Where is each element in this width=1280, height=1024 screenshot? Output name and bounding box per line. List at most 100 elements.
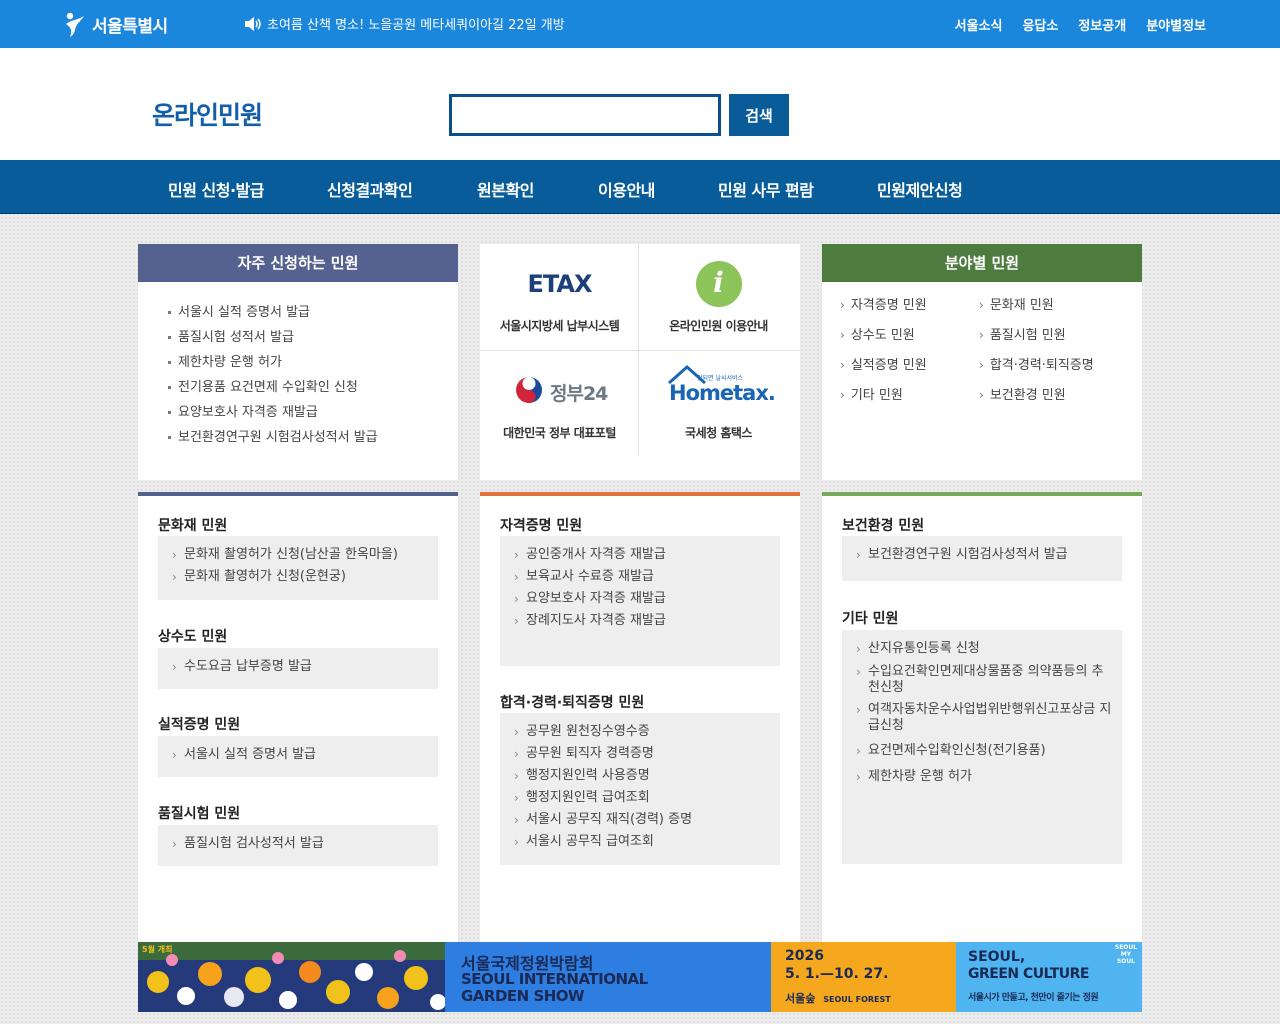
water-title: 상수도 민원 [158,629,228,645]
top-bar: 서울특별시 초여름 산책 명소! 노을공원 메타세쿼이아길 22일 개방 서울소… [0,0,1280,48]
quick-link-label: 온라인민원 이용안내 [669,319,768,333]
quick-links-panel: ETAX 서울시지방세 납부시스템 i 온라인민원 이용안내 정부24 대한민국… [480,244,800,480]
license-item[interactable]: 장례지도사 자격증 재발급 [514,610,780,632]
performance-list: 서울시 실적 증명서 발급 [158,736,438,777]
frequent-item[interactable]: 제한차량 운행 허가 [166,350,458,375]
taegeuk-icon [516,377,542,403]
etc-item[interactable]: 여객자동차운수사업법위반행위신고포상금 지급신청 [856,702,1112,734]
water-item[interactable]: 수도요금 납부증명 발급 [172,656,438,678]
health-list: 보건환경연구원 시험검사성적서 발급 [842,536,1122,581]
column-accent-bar [480,492,800,496]
quality-item[interactable]: 품질시험 검사성적서 발급 [172,833,438,855]
top-link-info-disclosure[interactable]: 정보공개 [1078,15,1126,34]
site-title[interactable]: 온라인민원 [152,96,263,132]
seoul-my-soul-badge: SEOUL MY SOUL [1114,944,1138,965]
career-item[interactable]: 서울시 공무직 재직(경력) 증명 [514,809,780,831]
banner-date-block: 2026 5. 1.—10. 27. 서울숲 SEOUL FOREST [771,942,956,1012]
category-column-3: 보건환경 민원 보건환경연구원 시험검사성적서 발급 기타 민원 산지유통인등록… [822,492,1142,942]
nav-result-check[interactable]: 신청결과확인 [327,177,413,201]
culture-list: 문화재 촬영허가 신청(남산골 한옥마을) 문화재 촬영허가 신청(운현궁) [158,536,438,600]
career-item[interactable]: 행정지원인력 급여조회 [514,787,780,809]
license-item[interactable]: 공인중개사 자격증 재발급 [514,544,780,566]
nav-proposal[interactable]: 민원제안신청 [877,177,963,201]
garden-show-banner[interactable]: 5월 개최 서울국제정원박람회 SEOUL INTERNATIONAL GARD… [138,942,1142,1012]
quick-link-label: 서울시지방세 납부시스템 [499,319,620,333]
field-panel: 분야별 민원 자격증명 민원 문화재 민원 상수도 민원 품질시험 민원 실적증… [822,244,1142,480]
health-item[interactable]: 보건환경연구원 시험검사성적서 발급 [856,544,1122,566]
frequent-item[interactable]: 보건환경연구원 시험검사성적서 발급 [166,425,458,450]
license-list: 공인중개사 자격증 재발급 보육교사 수료증 재발급 요양보호사 자격증 재발급… [500,536,780,666]
quick-link-gov24[interactable]: 정부24 대한민국 정부 대표포털 [480,351,639,457]
frequent-item[interactable]: 품질시험 성적서 발급 [166,325,458,350]
water-list: 수도요금 납부증명 발급 [158,648,438,689]
field-item-culture[interactable]: 문화재 민원 [979,294,1054,313]
career-title: 합격·경력·퇴직증명 민원 [500,695,645,711]
field-item-license[interactable]: 자격증명 민원 [840,294,927,313]
search-button[interactable]: 검색 [729,94,789,136]
search-input[interactable] [449,94,721,136]
field-item-water[interactable]: 상수도 민원 [840,324,915,343]
banner-venue: 서울숲 SEOUL FOREST [785,990,891,1006]
quality-list: 품질시험 검사성적서 발급 [158,825,438,866]
etc-item[interactable]: 제한차량 운행 허가 [856,766,1112,788]
culture-item[interactable]: 문화재 촬영허가 신청(남산골 한옥마을) [172,544,438,566]
logo-text: 서울특별시 [92,16,168,37]
banner-slogan-block: SEOUL, GREEN CULTURE 서울시가 만들고, 천만이 즐기는 정… [956,942,1142,1012]
license-item[interactable]: 요양보호사 자격증 재발급 [514,588,780,610]
frequent-panel: 자주 신청하는 민원 서울시 실적 증명서 발급 품질시험 성적서 발급 제한차… [138,244,458,480]
nav-original-check[interactable]: 원본확인 [477,177,534,201]
seoul-logo[interactable]: 서울특별시 [62,9,168,39]
quick-link-etax[interactable]: ETAX 서울시지방세 납부시스템 [480,244,639,350]
license-item[interactable]: 보육교사 수료증 재발급 [514,566,780,588]
etax-logo: ETAX [527,270,593,298]
top-link-field-info[interactable]: 분야별정보 [1146,15,1206,34]
career-item[interactable]: 서울시 공무직 급여조회 [514,831,780,853]
nav-guide[interactable]: 이용안내 [598,177,655,201]
quick-link-label: 대한민국 정부 대표포털 [503,426,616,440]
etc-item[interactable]: 산지유통인등록 신청 [856,638,1112,660]
main-nav: 민원 신청·발급 신청결과확인 원본확인 이용안내 민원 사무 편람 민원제안신… [0,160,1280,214]
frequent-list: 서울시 실적 증명서 발급 품질시험 성적서 발급 제한차량 운행 허가 전기용… [138,282,458,450]
nav-manual[interactable]: 민원 사무 편람 [718,177,814,201]
field-item-quality[interactable]: 품질시험 민원 [979,324,1066,343]
banner-slogan-1: SEOUL, [968,949,1026,965]
quick-link-guide[interactable]: i 온라인민원 이용안내 [639,244,798,350]
column-accent-bar [822,492,1142,496]
top-links: 서울소식 응답소 정보공개 분야별정보 [955,15,1206,34]
column-accent-bar [138,492,458,496]
top-link-eungdapso[interactable]: 응답소 [1022,15,1058,34]
top-link-news[interactable]: 서울소식 [955,15,1003,34]
banner-dates: 5. 1.—10. 27. [785,966,889,982]
nav-apply-issue[interactable]: 민원 신청·발급 [168,177,264,201]
career-item[interactable]: 행정지원인력 사용증명 [514,765,780,787]
career-item[interactable]: 공무원 퇴직자 경력증명 [514,743,780,765]
quick-link-label: 국세청 홈택스 [685,426,752,440]
field-item-career[interactable]: 합격·경력·퇴직증명 [979,354,1094,373]
etc-item[interactable]: 요건면제수입확인신청(전기용품) [856,740,1112,762]
culture-item[interactable]: 문화재 촬영허가 신청(운현궁) [172,566,438,588]
speaker-icon [245,16,261,31]
banner-venue-ko: 서울숲 [785,992,816,1005]
flower-illustration [138,942,445,1012]
quality-title: 품질시험 민원 [158,806,241,822]
banner-slogan-sub: 서울시가 만들고, 천만이 즐기는 정원 [968,993,1099,1003]
field-item-health[interactable]: 보건환경 민원 [979,384,1066,403]
notice-ticker[interactable]: 초여름 산책 명소! 노을공원 메타세쿼이아길 22일 개방 [243,14,565,33]
frequent-item[interactable]: 전기용품 요건면제 수입확인 신청 [166,375,458,400]
performance-item[interactable]: 서울시 실적 증명서 발급 [172,744,438,766]
performance-title: 실적증명 민원 [158,717,241,733]
frequent-item[interactable]: 서울시 실적 증명서 발급 [166,300,458,325]
banner-title-en-1: SEOUL INTERNATIONAL [461,970,648,988]
category-column-2: 자격증명 민원 공인중개사 자격증 재발급 보육교사 수료증 재발급 요양보호사… [480,492,800,942]
banner-slogan-2: GREEN CULTURE [968,966,1090,982]
banner-title-block: 서울국제정원박람회 SEOUL INTERNATIONAL GARDEN SHO… [445,942,771,1012]
seoul-logo-icon [66,12,84,37]
frequent-item[interactable]: 요양보호사 자격증 재발급 [166,400,458,425]
field-item-performance[interactable]: 실적증명 민원 [840,354,927,373]
quick-link-hometax[interactable]: 안되면 날씨서비스 Hometax. 국세청 홈택스 [639,351,798,457]
gov24-logo: 정부24 [550,383,608,405]
etc-title: 기타 민원 [842,611,899,627]
career-item[interactable]: 공무원 원천징수영수증 [514,721,780,743]
etc-item[interactable]: 수입요건확인면제대상물품중 의약품등의 추천신청 [856,664,1112,696]
field-item-etc[interactable]: 기타 민원 [840,384,903,403]
